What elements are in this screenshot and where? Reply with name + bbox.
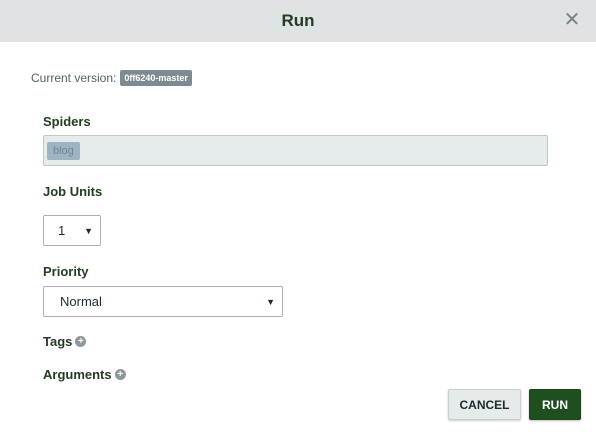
job-units-select[interactable]: 1 ▼: [43, 215, 101, 246]
run-dialog: Run ✕ Current version: 0ff6240-master Sp…: [0, 0, 596, 434]
spider-tag[interactable]: blog: [47, 142, 80, 160]
priority-label: Priority: [43, 264, 89, 279]
priority-value: Normal: [60, 294, 102, 309]
current-version-row: Current version: 0ff6240-master: [31, 70, 192, 86]
cancel-button[interactable]: CANCEL: [448, 389, 521, 420]
close-icon[interactable]: ✕: [562, 10, 582, 30]
spiders-input[interactable]: blog: [43, 135, 548, 166]
dialog-title: Run: [281, 11, 315, 30]
job-units-label: Job Units: [43, 184, 103, 199]
job-units-value: 1: [58, 223, 66, 238]
chevron-down-icon: ▼: [84, 225, 93, 236]
add-tag-plus-icon[interactable]: +: [75, 336, 87, 348]
current-version-label: Current version:: [31, 71, 117, 85]
version-badge: 0ff6240-master: [120, 70, 192, 86]
tags-row: Tags +: [43, 334, 87, 349]
arguments-row: Arguments +: [43, 367, 126, 382]
dialog-header: Run ✕: [0, 0, 596, 42]
priority-select[interactable]: Normal ▼: [43, 286, 283, 317]
add-argument-plus-icon[interactable]: +: [114, 369, 126, 381]
arguments-label: Arguments: [43, 367, 112, 382]
chevron-down-icon: ▼: [266, 296, 275, 307]
run-button[interactable]: RUN: [529, 389, 581, 420]
tags-label: Tags: [43, 334, 73, 349]
spiders-label: Spiders: [43, 114, 91, 129]
